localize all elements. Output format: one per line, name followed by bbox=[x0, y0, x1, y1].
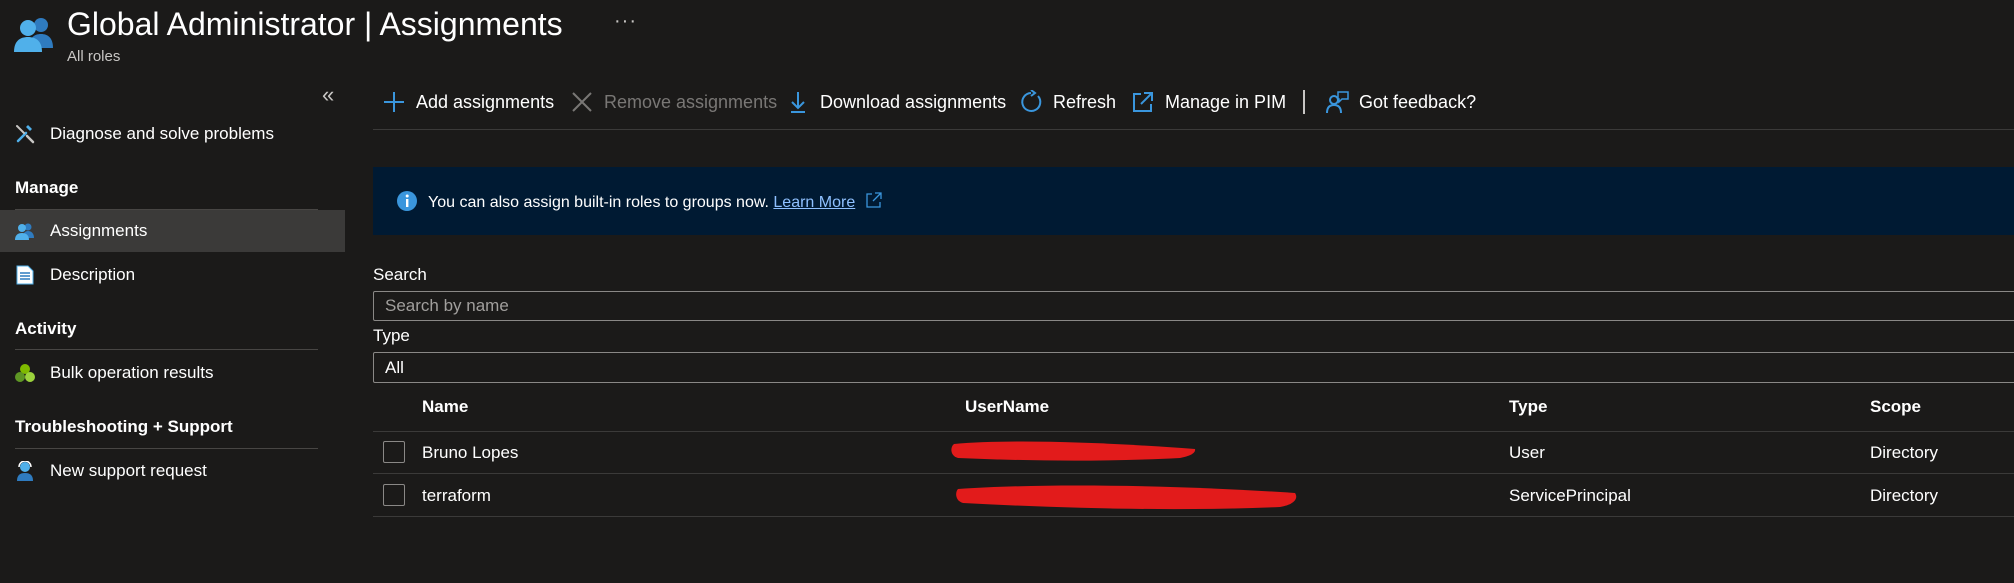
learn-more-link[interactable]: Learn More bbox=[773, 194, 855, 211]
got-feedback-label: Got feedback? bbox=[1359, 91, 1477, 112]
plus-icon bbox=[382, 90, 406, 114]
type-dropdown[interactable]: All bbox=[373, 352, 2014, 383]
info-banner-text-container: You can also assign built-in roles to gr… bbox=[428, 192, 882, 212]
manage-in-pim-button[interactable]: Manage in PIM bbox=[1131, 90, 1286, 114]
refresh-icon bbox=[1019, 90, 1043, 114]
sidebar-item-assignments[interactable]: Assignments bbox=[0, 210, 345, 252]
sidebar-divider bbox=[15, 349, 318, 350]
wrench-icon bbox=[14, 123, 36, 145]
type-label: Type bbox=[373, 326, 410, 345]
sidebar-item-label: Bulk operation results bbox=[50, 363, 214, 382]
download-icon bbox=[786, 90, 810, 114]
remove-assignments-button[interactable]: Remove assignments bbox=[570, 90, 777, 114]
toolbar-separator bbox=[373, 129, 2014, 130]
table-row-divider bbox=[373, 473, 2014, 474]
redaction-mark bbox=[956, 485, 1297, 510]
redaction-mark bbox=[951, 441, 1196, 461]
column-header-name[interactable]: Name bbox=[422, 397, 468, 417]
page-title: Global Administrator | Assignments bbox=[67, 6, 563, 42]
row-checkbox[interactable] bbox=[383, 484, 405, 506]
assignments-icon bbox=[14, 220, 36, 242]
feedback-icon bbox=[1325, 90, 1349, 114]
sidebar-item-label: Diagnose and solve problems bbox=[50, 124, 274, 143]
support-icon bbox=[14, 460, 36, 482]
table-cell-scope: Directory bbox=[1870, 443, 1939, 462]
info-banner-text: You can also assign built-in roles to gr… bbox=[428, 194, 769, 211]
table-cell-scope: Directory bbox=[1870, 486, 1939, 505]
sidebar-item-support[interactable]: New support request bbox=[0, 450, 345, 492]
download-assignments-button[interactable]: Download assignments bbox=[786, 90, 1006, 114]
refresh-button[interactable]: Refresh bbox=[1019, 90, 1116, 114]
sidebar-item-bulk-results[interactable]: Bulk operation results bbox=[0, 352, 345, 394]
table-row-divider bbox=[373, 516, 2014, 517]
add-assignments-label: Add assignments bbox=[416, 91, 555, 112]
refresh-label: Refresh bbox=[1053, 91, 1117, 112]
table-cell-type: ServicePrincipal bbox=[1509, 486, 1631, 505]
sidebar-divider bbox=[15, 448, 318, 449]
close-icon bbox=[570, 90, 594, 114]
collapse-sidebar-button[interactable]: « bbox=[322, 83, 334, 107]
sidebar-item-label: Description bbox=[50, 265, 136, 284]
sidebar-item-description[interactable]: Description bbox=[0, 254, 345, 296]
document-icon bbox=[14, 264, 36, 286]
search-label: Search bbox=[373, 265, 427, 284]
sidebar-item-label: Assignments bbox=[50, 221, 148, 240]
external-link-icon bbox=[866, 192, 882, 208]
sidebar-item-label: New support request bbox=[50, 461, 207, 480]
table-cell-name: Bruno Lopes bbox=[422, 443, 519, 462]
sidebar-section-manage: Manage bbox=[15, 178, 79, 197]
table-cell-type: User bbox=[1509, 443, 1545, 462]
add-assignments-button[interactable]: Add assignments bbox=[382, 90, 554, 114]
row-checkbox[interactable] bbox=[383, 441, 405, 463]
table-cell-name: terraform bbox=[422, 486, 491, 505]
bulk-results-icon bbox=[14, 362, 36, 384]
external-link-icon bbox=[1131, 90, 1155, 114]
manage-in-pim-label: Manage in PIM bbox=[1165, 91, 1287, 112]
sidebar-item-diagnose[interactable]: Diagnose and solve problems bbox=[0, 113, 345, 155]
info-icon bbox=[396, 190, 418, 212]
sidebar-section-activity: Activity bbox=[15, 319, 77, 338]
search-input[interactable] bbox=[373, 291, 2014, 321]
page-subtitle: All roles bbox=[67, 48, 121, 65]
got-feedback-button[interactable]: Got feedback? bbox=[1325, 90, 1476, 114]
column-header-type[interactable]: Type bbox=[1509, 397, 1547, 417]
more-options-button[interactable]: ··· bbox=[614, 10, 637, 33]
column-header-username[interactable]: UserName bbox=[965, 397, 1049, 417]
column-header-scope[interactable]: Scope bbox=[1870, 397, 1921, 417]
table-header-divider bbox=[373, 431, 2014, 432]
download-assignments-label: Download assignments bbox=[820, 91, 1007, 112]
remove-assignments-label: Remove assignments bbox=[604, 91, 778, 112]
role-icon bbox=[14, 14, 54, 54]
sidebar-section-troubleshooting: Troubleshooting + Support bbox=[15, 417, 233, 436]
toolbar-divider bbox=[1303, 90, 1305, 114]
